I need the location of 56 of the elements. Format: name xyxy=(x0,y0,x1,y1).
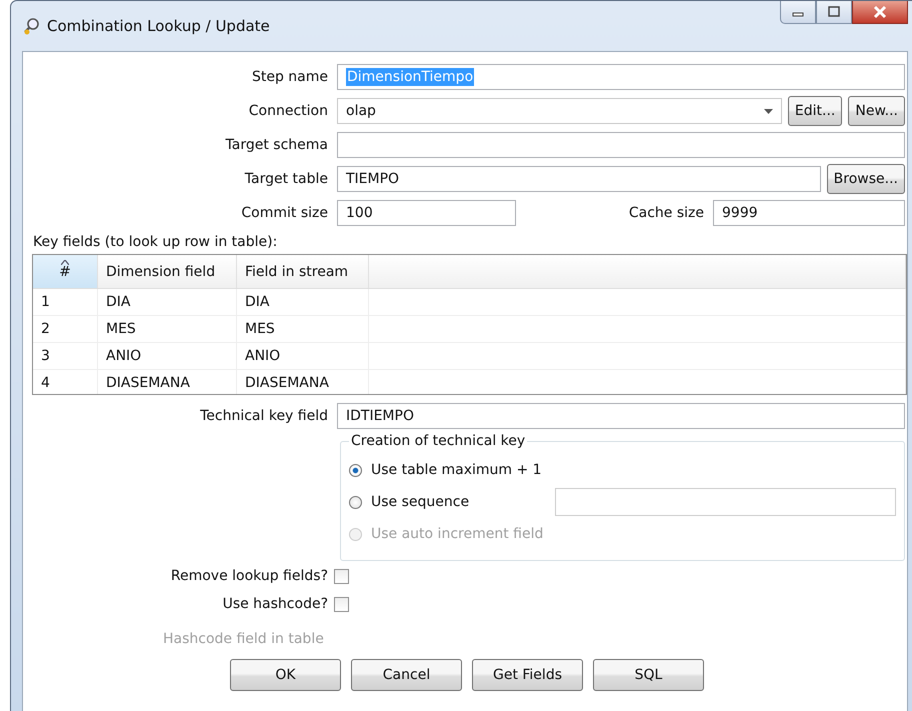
window-title: Combination Lookup / Update xyxy=(47,17,270,35)
dialog-button[interactable]: Cancel xyxy=(351,659,462,691)
table-cell: 4 xyxy=(33,370,98,394)
magnifier-icon xyxy=(23,17,41,35)
section-label: Key fields (to look up row in table): xyxy=(32,233,278,252)
radio-button[interactable] xyxy=(349,464,362,476)
field-label: Technical key field xyxy=(199,408,329,424)
column-header[interactable]: # xyxy=(33,255,98,288)
radio-label: Use table maximum + 1 xyxy=(371,462,542,478)
table-cell: DIA xyxy=(98,289,237,315)
table-cell: DIASEMANA xyxy=(237,370,369,394)
close-button[interactable] xyxy=(852,1,908,24)
table-cell: DIASEMANA xyxy=(98,370,237,394)
table-cell: 2 xyxy=(33,316,98,342)
browse-button[interactable]: Browse... xyxy=(826,164,905,194)
radio-button[interactable] xyxy=(349,496,362,508)
column-header[interactable]: Dimension field xyxy=(98,255,237,288)
checkbox[interactable] xyxy=(334,596,349,612)
table-cell: DIA xyxy=(237,289,369,315)
connection-button[interactable]: New... xyxy=(848,96,905,126)
dialog-button[interactable]: SQL xyxy=(593,659,704,691)
radio-label: Use auto increment field xyxy=(371,526,544,542)
table-cell: 1 xyxy=(33,289,98,315)
target-schema-field[interactable] xyxy=(337,132,905,158)
caret-icon xyxy=(764,108,773,114)
technical-key-field[interactable]: IDTIEMPO xyxy=(337,403,905,429)
field-label: Cache size xyxy=(628,205,705,221)
field-label: Target schema xyxy=(224,137,329,153)
close-icon xyxy=(872,5,888,19)
target-table-field[interactable]: TIEMPO xyxy=(337,166,821,192)
checkbox-label: Use hashcode? xyxy=(222,596,329,612)
table-cell: ANIO xyxy=(98,343,237,369)
field-label: Commit size xyxy=(240,205,329,221)
column-header[interactable]: Field in stream xyxy=(237,255,369,288)
connection-button[interactable]: Edit... xyxy=(788,96,842,126)
table-cell: MES xyxy=(98,316,237,342)
table-cell: MES xyxy=(237,316,369,342)
maximize-button[interactable] xyxy=(816,1,852,24)
maximize-icon xyxy=(827,6,841,18)
checkbox[interactable] xyxy=(334,568,349,584)
dialog-button[interactable]: Get Fields xyxy=(472,659,583,691)
radio-label: Use sequence xyxy=(371,494,470,510)
table-cell: 3 xyxy=(33,343,98,369)
cache-size-field[interactable]: 9999 xyxy=(713,200,905,226)
field-label: Target table xyxy=(244,171,329,187)
dialog-button[interactable]: OK xyxy=(230,659,341,691)
field-label: Hashcode field in table xyxy=(163,631,325,647)
checkbox-label: Remove lookup fields? xyxy=(170,568,329,584)
group-title: Creation of technical key xyxy=(349,433,528,449)
field-label: Step name xyxy=(250,69,329,85)
minimize-button[interactable] xyxy=(780,1,816,24)
table-cell: ANIO xyxy=(237,343,369,369)
field-label: Connection xyxy=(248,103,329,119)
connection-dropdown[interactable]: olap xyxy=(337,98,782,124)
sequence-field[interactable] xyxy=(555,488,896,516)
commit-size-field[interactable]: 100 xyxy=(337,200,516,226)
